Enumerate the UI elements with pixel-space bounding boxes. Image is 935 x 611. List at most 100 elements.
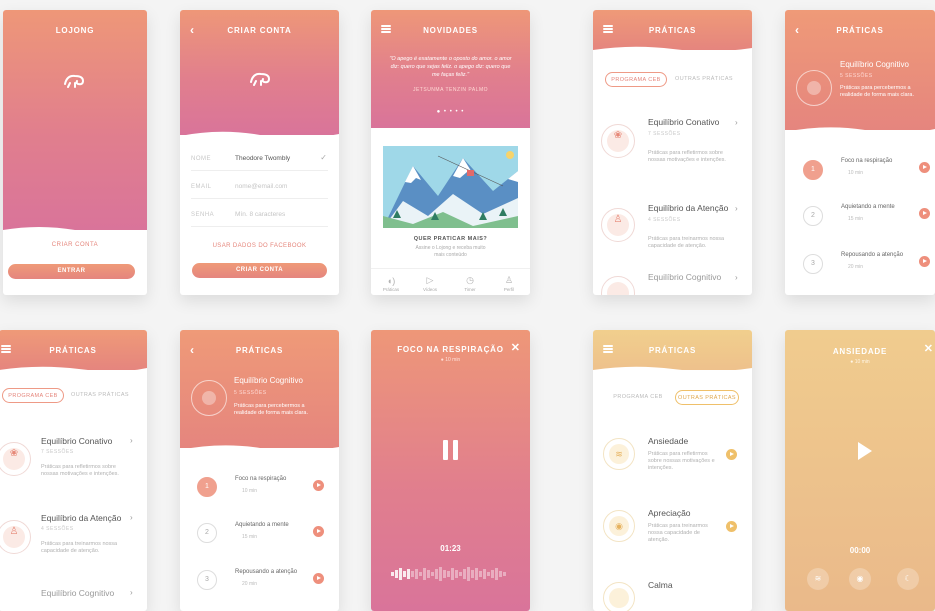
play-button-icon[interactable] <box>919 208 930 219</box>
chevron-right-icon[interactable]: › <box>735 118 738 127</box>
tab-outras-praticas[interactable]: OUTRAS PRÁTICAS <box>675 390 739 405</box>
step-2[interactable]: 2 <box>803 206 823 226</box>
elapsed-time: 00:00 <box>849 546 871 555</box>
practice-badge: ◉ <box>603 510 635 542</box>
page-title: PRÁTICAS <box>235 346 284 355</box>
practice-description: Práticas para treinarmos nossa capacidad… <box>41 541 118 554</box>
play-button-icon[interactable] <box>726 521 737 532</box>
moon-icon[interactable]: ☾ <box>897 568 919 590</box>
pause-icon[interactable] <box>443 440 459 460</box>
tab-outras-praticas[interactable]: OUTRAS PRÁTICAS <box>673 72 735 87</box>
practice-badge: ❀ <box>601 124 635 158</box>
practice-title[interactable]: Equilíbrio Cognitivo <box>648 272 721 282</box>
session-duration: ● 10 min <box>440 357 461 363</box>
timer-icon: ◷ <box>466 275 474 285</box>
carousel-dots[interactable]: ● • • • • <box>371 109 530 115</box>
chevron-right-icon[interactable]: › <box>130 513 133 522</box>
wave-lines-icon[interactable]: ≋ <box>807 568 829 590</box>
practice-title[interactable]: Equilíbrio da Atenção <box>41 513 121 523</box>
practice-title[interactable]: Ansiedade <box>648 436 688 446</box>
divider <box>191 170 328 171</box>
page-title: PRÁTICAS <box>648 346 697 355</box>
step-time: 20 min <box>848 264 864 270</box>
practice-sessions: 4 SESSÕES <box>41 526 74 532</box>
step-1[interactable]: 1 <box>197 477 217 497</box>
practice-title[interactable]: Equilíbrio Conativo <box>648 117 719 127</box>
lotus-icon: ❀ <box>607 130 629 152</box>
page-title: CRIAR CONTA <box>227 26 292 35</box>
welcome-hero <box>3 10 147 230</box>
header-wave <box>180 445 339 456</box>
tab-programa-ceb[interactable]: PROGRAMA CEB <box>607 390 669 405</box>
check-icon: ✓ <box>320 153 327 162</box>
play-button-icon[interactable] <box>313 573 324 584</box>
play-button-icon[interactable] <box>313 526 324 537</box>
brain-icon <box>202 391 216 405</box>
practice-title[interactable]: Equilíbrio Conativo <box>41 436 112 446</box>
practice-name: Equilíbrio Cognitivo <box>840 60 909 69</box>
create-account-button[interactable]: CRIAR CONTA <box>192 263 327 278</box>
practice-title[interactable]: Apreciação <box>648 508 691 518</box>
practice-sessions: 5 SESSÕES <box>234 390 267 396</box>
chevron-right-icon[interactable]: › <box>130 436 133 445</box>
screen-cognitive: ‹ PRÁTICAS Equilíbrio Cognitivo 5 SESSÕE… <box>785 10 935 295</box>
eye-icon[interactable]: ◉ <box>849 568 871 590</box>
brain-icon <box>807 81 821 95</box>
meditation-icon: ♙ <box>3 526 25 548</box>
tab-programa-ceb[interactable]: PROGRAMA CEB <box>605 72 667 87</box>
moon-icon <box>609 588 629 608</box>
practice-description: Práticas para refletirmos sobre nossas m… <box>648 150 726 163</box>
play-button-icon[interactable] <box>919 162 930 173</box>
create-account-link[interactable]: CRIAR CONTA <box>3 242 147 248</box>
email-field[interactable]: nome@email.com <box>235 183 287 190</box>
chevron-right-icon[interactable]: › <box>130 588 133 597</box>
nav-videos[interactable]: ▷ Vídeos <box>418 275 442 292</box>
practice-badge: ♙ <box>0 520 31 554</box>
practice-title[interactable]: Equilíbrio da Atenção <box>648 203 728 213</box>
name-field[interactable]: Theodore Twombly <box>235 155 290 162</box>
tab-outras-praticas[interactable]: OUTRAS PRÁTICAS <box>69 388 131 403</box>
step-name: Aquietando a mente <box>235 522 289 528</box>
header-wave <box>593 366 752 378</box>
nav-profile[interactable]: ♙ Perfil <box>497 275 521 292</box>
screen-welcome: LOJONG CRIAR CONTA ENTRAR <box>3 10 147 295</box>
step-1[interactable]: 1 <box>803 160 823 180</box>
tab-programa-ceb[interactable]: PROGRAMA CEB <box>2 388 64 403</box>
page-title: PRÁTICAS <box>836 26 884 35</box>
wave-lines-icon: ≋ <box>609 444 629 464</box>
step-3[interactable]: 3 <box>197 570 217 590</box>
practice-description: Práticas para treinarmos nossa capacidad… <box>648 523 708 543</box>
play-button-icon[interactable] <box>313 480 324 491</box>
screen-anxiety-player: ANSIEDADE ✕ ● 10 min 00:00 ≋ ◉ ☾ <box>785 330 935 611</box>
header-wave <box>593 46 752 58</box>
nav-practices[interactable]: ◖) Práticas <box>379 276 403 292</box>
close-icon[interactable]: ✕ <box>924 342 933 355</box>
sound-icon: ◖) <box>386 276 396 286</box>
step-time: 15 min <box>242 534 258 540</box>
practice-title[interactable]: Equilíbrio Cognitivo <box>41 588 114 598</box>
audio-waveform[interactable] <box>391 566 511 582</box>
practice-badge <box>603 582 635 611</box>
chevron-right-icon[interactable]: › <box>735 204 738 213</box>
close-icon[interactable]: ✕ <box>511 341 520 354</box>
nav-timer[interactable]: ◷ Timer <box>458 275 482 292</box>
play-button-icon[interactable] <box>726 449 737 460</box>
practice-title[interactable]: Calma <box>648 580 673 590</box>
chevron-right-icon[interactable]: › <box>735 273 738 282</box>
practice-description: Práticas para percebermos a realidade de… <box>840 85 914 98</box>
user-icon: ♙ <box>504 275 514 285</box>
page-title: NOVIDADES <box>423 26 478 35</box>
step-2[interactable]: 2 <box>197 523 217 543</box>
step-name: Repousando a atenção <box>235 569 298 575</box>
name-label: NOME <box>191 156 211 162</box>
password-field[interactable]: Mín. 8 caracteres <box>235 211 285 218</box>
enter-button[interactable]: ENTRAR <box>8 264 135 279</box>
play-icon[interactable] <box>858 442 872 460</box>
step-3[interactable]: 3 <box>803 254 823 274</box>
practice-badge: ♙ <box>601 208 635 242</box>
divider <box>191 198 328 199</box>
brain-icon <box>607 282 629 295</box>
divider <box>191 226 328 227</box>
play-button-icon[interactable] <box>919 256 930 267</box>
facebook-link[interactable]: USAR DADOS DO FACEBOOK <box>180 243 339 249</box>
